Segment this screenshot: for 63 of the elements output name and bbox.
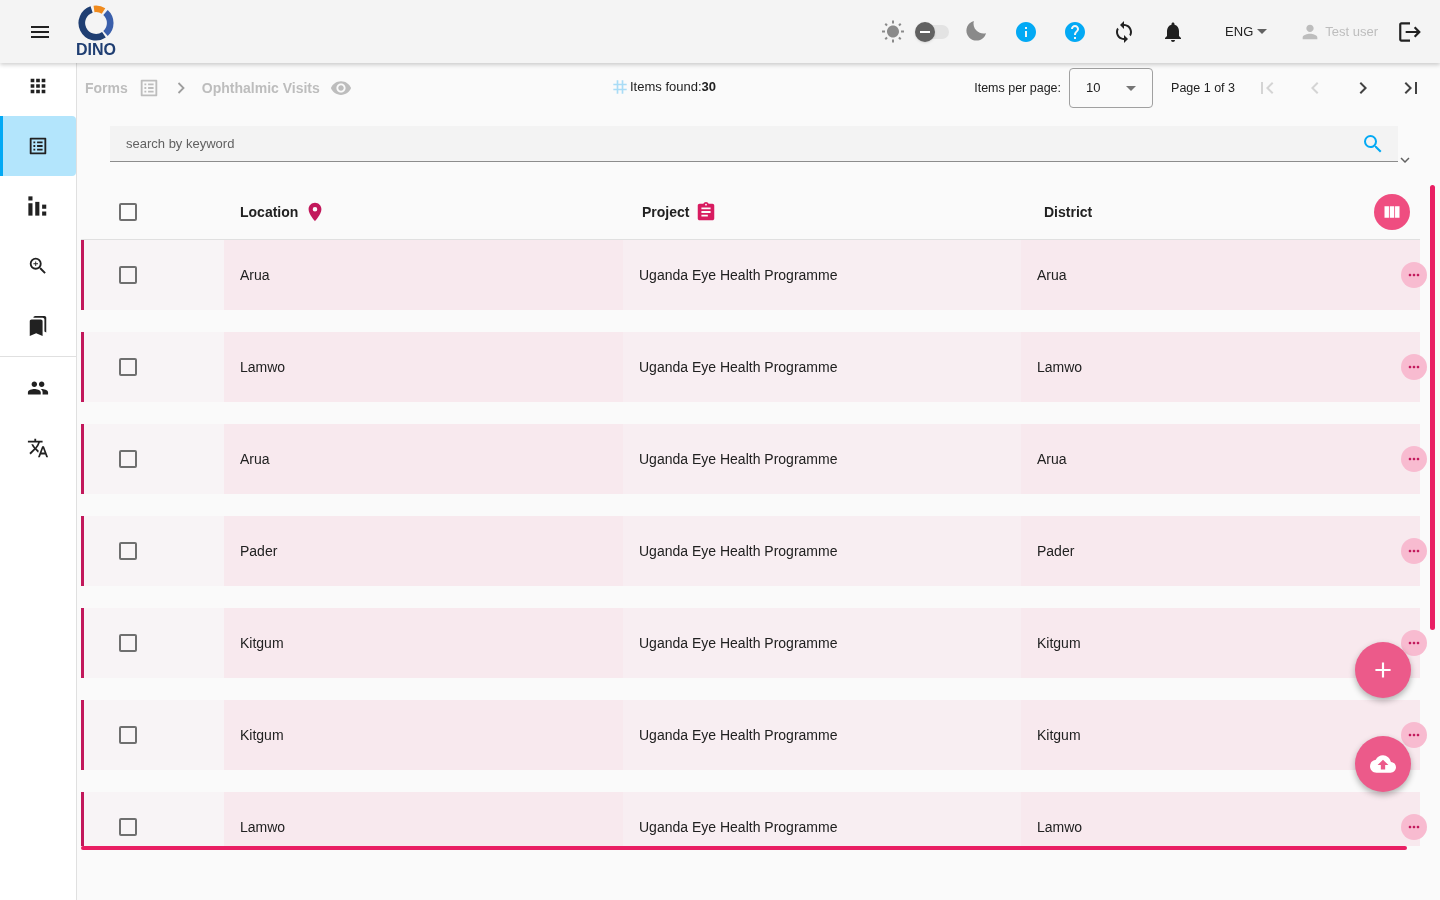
info-button[interactable]	[1014, 19, 1039, 44]
chevron-right-icon	[176, 82, 185, 94]
page-range: Page 1 of 3	[1171, 79, 1235, 97]
bar-chart-icon	[27, 195, 49, 217]
table-cell-text: Kitgum	[1037, 633, 1081, 653]
add-button[interactable]	[1355, 642, 1411, 698]
column-header: District	[1044, 202, 1093, 222]
table-cell-text: Uganda Eye Health Programme	[639, 357, 838, 377]
logo-icon	[78, 5, 114, 41]
table-cell-text: Arua	[1037, 265, 1067, 285]
column-header: Project	[642, 202, 690, 222]
page-size-select[interactable]: 10	[1069, 68, 1154, 108]
hash-icon	[610, 77, 630, 97]
table-cell-text: Kitgum	[240, 633, 284, 653]
checkbox[interactable]	[119, 450, 137, 468]
table-cell-text: Uganda Eye Health Programme	[639, 449, 838, 469]
language-select[interactable]: ENG	[1225, 21, 1268, 42]
row-actions-button[interactable]	[1401, 722, 1427, 748]
columns-button[interactable]	[1374, 194, 1410, 230]
horizontal-scrollbar[interactable]	[81, 846, 1407, 850]
table-cell-text: Uganda Eye Health Programme	[639, 541, 838, 561]
table-cell-text: Uganda Eye Health Programme	[639, 725, 838, 745]
table-cell-text: Lamwo	[240, 817, 286, 837]
search-field[interactable]: search by keyword	[110, 126, 1398, 162]
checkbox[interactable]	[119, 203, 137, 221]
table-cell-text: Lamwo	[1037, 817, 1083, 837]
list-icon	[27, 135, 49, 157]
checkbox[interactable]	[119, 266, 137, 284]
translate-icon	[27, 437, 49, 459]
table-cell-text: Lamwo	[1037, 357, 1083, 377]
checkbox[interactable]	[119, 726, 137, 744]
table-cell-text: Arua	[1037, 449, 1067, 469]
help-icon	[1063, 19, 1088, 44]
breadcrumb-link[interactable]: Ophthalmic Visits	[201, 77, 320, 99]
table-cell-text: Uganda Eye Health Programme	[639, 817, 838, 837]
breadcrumb-link[interactable]: Forms	[85, 77, 128, 99]
upload-button[interactable]	[1355, 736, 1411, 792]
bookmarks-icon	[27, 315, 49, 337]
table-cell-text: Uganda Eye Health Programme	[639, 633, 838, 653]
items-found-text: Items found:30	[630, 78, 716, 97]
zoom-in-icon	[27, 255, 49, 277]
column-header: Location	[240, 202, 299, 222]
checkbox[interactable]	[119, 542, 137, 560]
table-cell-text: Arua	[240, 449, 270, 469]
app-name: DINO	[76, 42, 116, 58]
checkbox[interactable]	[119, 358, 137, 376]
sun-icon	[881, 19, 906, 44]
vertical-scrollbar[interactable]	[1430, 185, 1435, 630]
caret-icon	[1257, 29, 1268, 34]
table-cell-text: Pader	[240, 541, 278, 561]
checkbox[interactable]	[119, 634, 137, 652]
help-button[interactable]	[1063, 19, 1088, 44]
table-cell-text: Uganda Eye Health Programme	[639, 265, 838, 285]
table-cell-text: Arua	[240, 265, 270, 285]
items-per-page-label: Items per page:	[974, 79, 1062, 97]
table-cell-text: Kitgum	[240, 725, 284, 745]
checkbox[interactable]	[119, 818, 137, 836]
row-actions-button[interactable]	[1401, 630, 1427, 656]
caret-icon	[1126, 85, 1137, 91]
table-cell-text: Pader	[1037, 541, 1075, 561]
table-cell-text: Kitgum	[1037, 725, 1081, 745]
info-icon	[1014, 19, 1039, 44]
table-cell-text: Lamwo	[240, 357, 286, 377]
